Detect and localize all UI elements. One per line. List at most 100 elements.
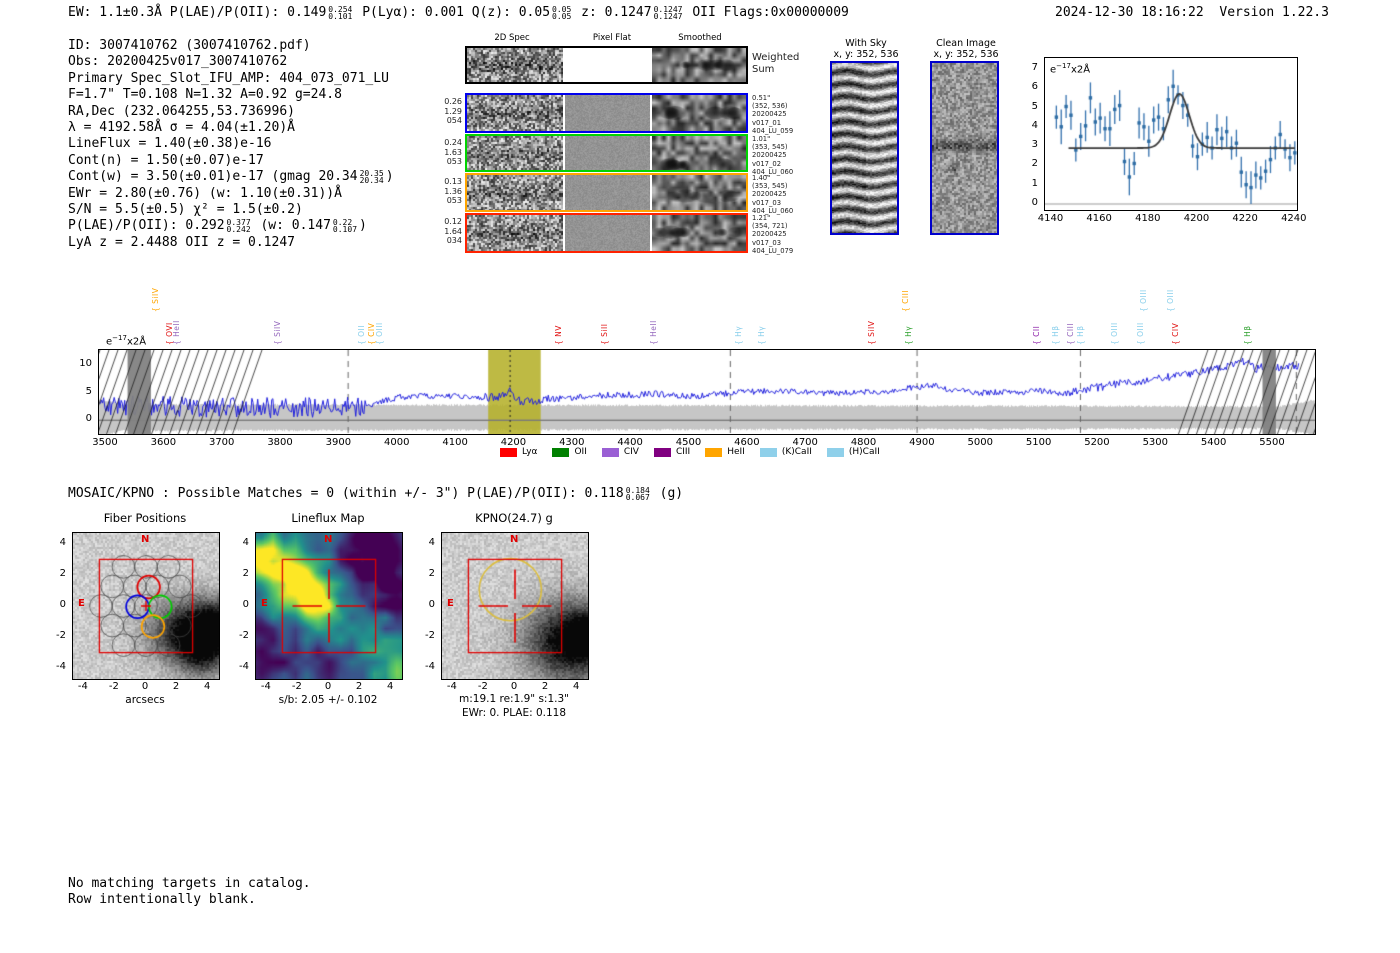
fiber-positions-xtick-label: 2 xyxy=(172,681,180,692)
legend-label: (H)CaII xyxy=(848,447,880,457)
emission-line-label: { SiIV xyxy=(273,320,283,345)
lineflux-map-xtick-label: 4 xyxy=(386,681,394,692)
spec2d-smoothed-image xyxy=(652,175,746,210)
emission-line-label: { Hβ xyxy=(1051,325,1061,345)
label-line: (353, 545) xyxy=(752,182,788,191)
linefit-ytick-label: 7 xyxy=(1031,61,1038,73)
linefit-ytick-label: 6 xyxy=(1031,81,1038,93)
linefit-ytick-label: 3 xyxy=(1031,139,1038,151)
fiber-positions-title: Fiber Positions xyxy=(103,511,187,525)
legend-label: CIII xyxy=(675,447,691,457)
legend-swatch xyxy=(601,447,619,457)
lineflux-map-plot-area xyxy=(255,532,403,680)
label-line: 1.21" xyxy=(752,214,771,222)
stacked-uncertainty: 0.05 0.05 xyxy=(552,5,572,21)
lower-bound: 0.107 xyxy=(332,225,358,235)
stacked-uncertainty: 0.1247 0.1247 xyxy=(653,5,683,21)
text-segment: LineFlux = 1.40(±0.38)e-16 xyxy=(68,136,272,152)
emission-line-label: { OIII xyxy=(1136,322,1146,345)
spec2d-column-title: 2D Spec xyxy=(494,33,530,43)
legend-swatch xyxy=(552,447,570,457)
linefit-canvas xyxy=(1045,58,1297,210)
info-line: Cont(w) = 3.50(±0.01)e-17 (gmag 20.34 20.… xyxy=(68,169,394,185)
text-segment: LyA z = 2.4488 OII z = 0.1247 xyxy=(68,234,295,250)
legend-label: HeII xyxy=(727,447,745,457)
flux-units-label: x2Å xyxy=(1070,64,1091,76)
linefit-xtick-label: 4160 xyxy=(1086,213,1112,224)
spectrum-units-annotation: e−17x2Å xyxy=(106,334,146,347)
text-segment: OII Flags:0x00000009 xyxy=(684,5,849,20)
fiber-positions-xtick-label: 4 xyxy=(203,681,211,692)
text-segment: P(LAE)/P(OII): 0.292 xyxy=(68,218,225,234)
fiber-positions-north-label: N xyxy=(141,534,150,545)
spec2d-fiber-id-label: 1.21" (354, 721) 20200425 v017_03 404_LU_079 xyxy=(752,214,793,255)
label-line: 1.29 xyxy=(444,106,462,116)
lineflux-map-title: Lineflux Map xyxy=(291,511,365,525)
timestamp: 2024-12-30 18:16:22 xyxy=(1055,5,1204,20)
label-line: 1.64 xyxy=(444,226,462,236)
kpno-image-xtick-label: -2 xyxy=(477,681,488,692)
spec2d-fiber-weight-label: 0.24 1.63 053 xyxy=(425,138,462,167)
text-segment: Obs: 20200425v017_3007410762 xyxy=(68,54,288,70)
fiber-positions-canvas xyxy=(73,533,219,679)
label-line: 0.12 xyxy=(444,217,462,226)
legend-swatch xyxy=(653,447,671,457)
spectrum-xtick-label: 5500 xyxy=(1259,437,1285,448)
text-segment: ID: 3007410762 (3007410762.pdf) xyxy=(68,38,311,53)
label-line: (354, 721) xyxy=(752,222,788,231)
spec2d-fiber-weight-label: 0.13 1.36 053 xyxy=(425,177,462,206)
spec2d-smoothed-image xyxy=(652,136,746,170)
report-header-meta: 2024-12-30 18:16:22 Version 1.22.3 xyxy=(1055,5,1329,20)
spec2d-fiber-weight-label: 0.12 1.64 034 xyxy=(425,217,462,246)
spec2d-2dspec-image xyxy=(467,136,563,170)
linefit-xtick-label: 4220 xyxy=(1232,213,1258,224)
spec2d-row xyxy=(465,173,748,212)
label-line: 1.63 xyxy=(444,147,462,157)
text-segment: z: 0.1247 xyxy=(573,5,652,20)
label-line: 404_LU_079 xyxy=(752,246,794,255)
linefit-ytick-label: 5 xyxy=(1031,100,1038,112)
emission-line-label: { Hβ xyxy=(1075,325,1085,345)
lineflux-map-ytick-label: 4 xyxy=(242,536,249,548)
linefit-plot-area xyxy=(1044,57,1298,211)
lineflux-map-ytick-label: -2 xyxy=(239,630,249,642)
linefit-xtick-label: 4180 xyxy=(1135,213,1161,224)
lower-bound: 0.1247 xyxy=(653,12,683,21)
legend-swatch xyxy=(759,447,777,457)
fiber-positions-plot-area xyxy=(72,532,220,680)
text-segment: EWr = 2.80(±0.76) (w: 1.10(±0.31))Å xyxy=(68,185,342,201)
label-line: 1.01" xyxy=(752,135,771,143)
detection-info-block: ID: 3007410762 (3007410762.pdf) Obs: 2020… xyxy=(68,38,394,251)
text-segment: F=1.7" T=0.108 N=1.32 A=0.92 g=24.8 xyxy=(68,87,342,103)
linefit-units-annotation: e−17x2Å xyxy=(1050,62,1090,75)
text-segment: (g) xyxy=(651,486,684,501)
fiber-positions-ytick-label: 4 xyxy=(59,536,66,548)
kpno-image-xtick-label: -4 xyxy=(446,681,457,692)
emission-line-label: { HeII xyxy=(172,320,182,345)
spec2d-row xyxy=(465,213,748,253)
label-line: 0.51" xyxy=(752,94,771,102)
legend-item: (K)CaII xyxy=(759,447,812,457)
spectrum-xtick-label: 5400 xyxy=(1200,437,1227,448)
label-line: 20200425 xyxy=(752,190,787,199)
fiber-positions-ytick-label: 0 xyxy=(59,599,66,610)
legend-swatch xyxy=(705,447,723,457)
spec2d-fiber-id-label: 1.01" (353, 545) 20200425 v017_02 404_LU_060 xyxy=(752,135,793,176)
kpno-image-ytick-label: -2 xyxy=(425,630,435,642)
spec2d-pixelflat-image xyxy=(565,215,650,251)
footer-note: No matching targets in catalog. xyxy=(68,876,311,891)
label-line: v017_01 xyxy=(752,118,782,127)
legend-item: Lyα xyxy=(500,447,537,457)
lower-bound: 20.34 xyxy=(359,176,384,186)
linefit-xtick-label: 4200 xyxy=(1183,213,1210,224)
flux-units-exponent: −17 xyxy=(1056,62,1071,70)
kpno-image-xtick-label: 2 xyxy=(541,681,549,692)
text-segment: (w: 0.147 xyxy=(252,218,331,234)
label-line: v017_02 xyxy=(752,159,782,168)
text-segment: ) xyxy=(385,169,394,185)
stacked-uncertainty: 0.184 0.067 xyxy=(626,486,650,502)
lower-bound: 0.05 xyxy=(552,12,572,21)
linefit-xtick-label: 4240 xyxy=(1281,213,1307,224)
spectrum-xtick-label: 5200 xyxy=(1084,437,1110,448)
spec2d-pixelflat-image xyxy=(565,136,650,170)
